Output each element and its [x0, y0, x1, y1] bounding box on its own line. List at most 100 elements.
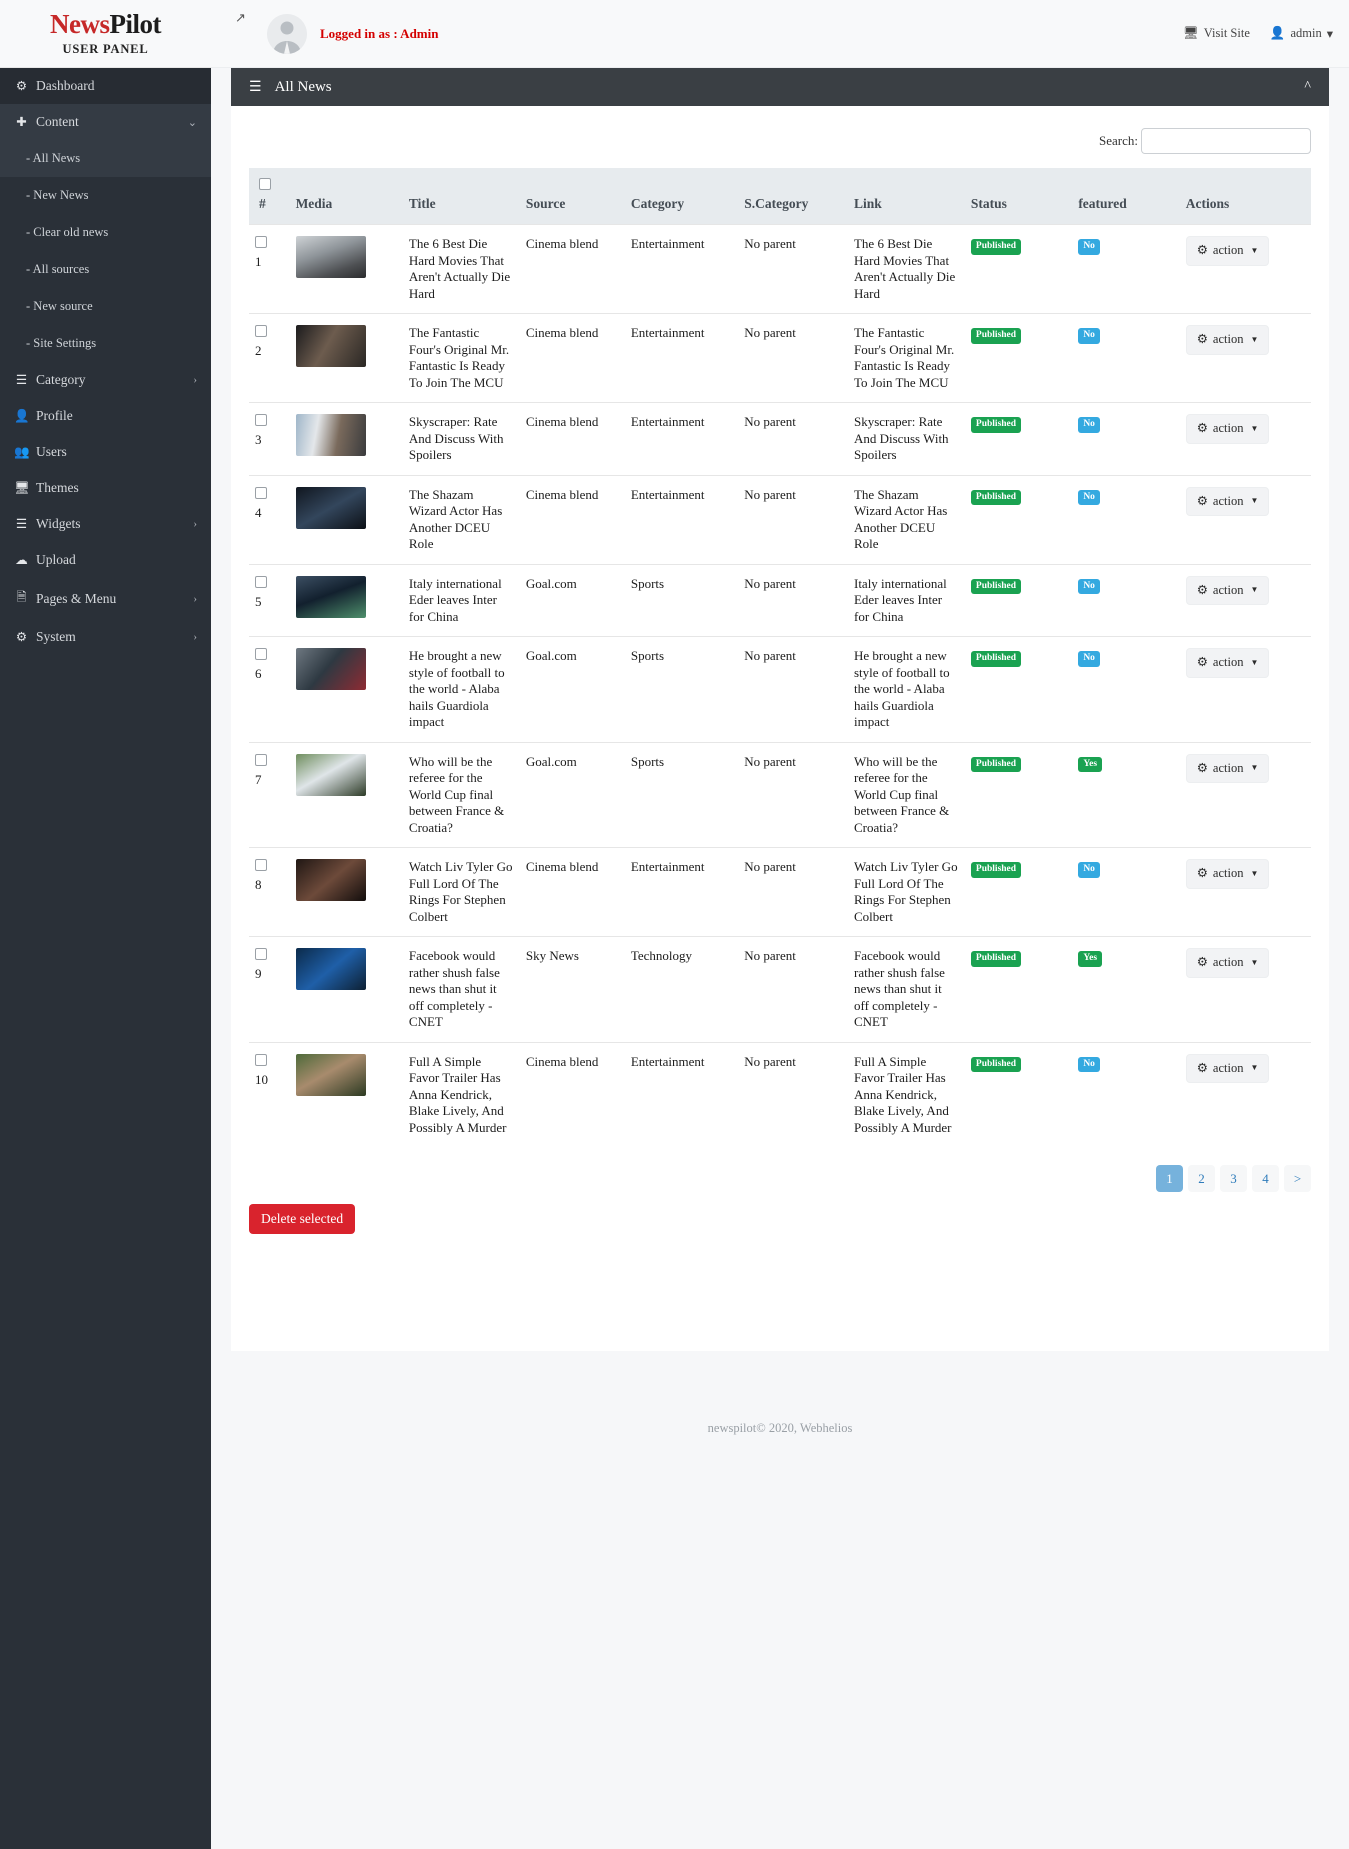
- row-category: Sports: [624, 563, 739, 637]
- row-featured-cell: No: [1072, 224, 1180, 314]
- brand-logo[interactable]: NewsPilot USER PANEL: [0, 0, 211, 68]
- action-dropdown-button[interactable]: ⚙ action ▼: [1185, 236, 1270, 266]
- row-link[interactable]: The 6 Best Die Hard Movies That Aren't A…: [847, 224, 965, 314]
- hamburger-icon[interactable]: ☰: [249, 79, 262, 96]
- row-link[interactable]: The Shazam Wizard Actor Has Another DCEU…: [847, 474, 965, 564]
- expand-arrows-icon[interactable]: ↗: [235, 10, 246, 26]
- row-checkbox[interactable]: [255, 948, 267, 960]
- sidebar-item-upload[interactable]: ☁ Upload: [0, 542, 211, 578]
- row-link[interactable]: He brought a new style of football to th…: [847, 636, 965, 742]
- article-thumbnail[interactable]: [295, 236, 366, 278]
- delete-selected-button[interactable]: Delete selected: [249, 1204, 356, 1234]
- action-dropdown-button[interactable]: ⚙ action ▼: [1185, 859, 1270, 889]
- article-thumbnail[interactable]: [295, 948, 366, 990]
- featured-badge[interactable]: No: [1078, 651, 1100, 667]
- row-checkbox[interactable]: [255, 325, 267, 337]
- admin-menu[interactable]: 👤 admin ▾: [1270, 26, 1333, 42]
- sidebar-item-widgets[interactable]: ☰ Widgets ›: [0, 506, 211, 542]
- table-row: 3 Skyscraper: Rate And Discuss With Spoil…: [249, 402, 1311, 475]
- sidebar-item-category[interactable]: ☰ Category ›: [0, 362, 211, 398]
- row-featured-cell: No: [1072, 313, 1180, 403]
- sidebar-item-pages-menu[interactable]: 🗎 Pages & Menu ›: [0, 578, 211, 619]
- row-checkbox[interactable]: [255, 575, 267, 588]
- sidebar-item-dashboard[interactable]: ⚙ Dashboard: [0, 68, 211, 104]
- users-icon: 👥: [14, 444, 30, 459]
- action-dropdown-button[interactable]: ⚙ action ▼: [1185, 575, 1270, 606]
- sidebar-item-themes[interactable]: 🖥 Themes: [0, 470, 211, 506]
- pagination-page-4[interactable]: 4: [1252, 1165, 1279, 1192]
- row-checkbox[interactable]: [255, 486, 267, 499]
- sidebar-item-system[interactable]: ⚙ System ›: [0, 619, 211, 655]
- row-media-cell: [289, 402, 403, 475]
- table-row: 1 The 6 Best Die Hard Movies That Aren't …: [249, 224, 1311, 314]
- featured-badge[interactable]: No: [1078, 578, 1100, 595]
- action-dropdown-button[interactable]: ⚙ action ▼: [1185, 753, 1270, 784]
- row-link[interactable]: Watch Liv Tyler Go Full Lord Of The Ring…: [847, 847, 965, 937]
- action-dropdown-button[interactable]: ⚙ action ▼: [1185, 948, 1270, 978]
- action-label: action: [1212, 760, 1244, 775]
- action-dropdown-button[interactable]: ⚙ action ▼: [1185, 1053, 1270, 1084]
- sidebar-subitem-label: - Site Settings: [26, 336, 97, 350]
- featured-badge[interactable]: No: [1078, 489, 1100, 506]
- sidebar-subitem-all-sources[interactable]: - All sources: [0, 251, 211, 288]
- featured-badge[interactable]: Yes: [1078, 756, 1103, 773]
- visit-site-link[interactable]: 🖥 Visit Site: [1183, 26, 1250, 41]
- sidebar-subitem-new-news[interactable]: - New News: [0, 177, 211, 214]
- action-dropdown-button[interactable]: ⚙ action ▼: [1185, 486, 1270, 517]
- pagination-page-2[interactable]: 2: [1188, 1165, 1215, 1192]
- pagination-next[interactable]: >: [1284, 1165, 1311, 1192]
- status-badge: Published: [970, 756, 1022, 773]
- featured-badge[interactable]: No: [1078, 417, 1100, 433]
- sidebar-subitem-all-news[interactable]: - All News: [0, 140, 211, 177]
- chevron-down-icon: ▼: [1250, 496, 1259, 506]
- row-link[interactable]: Italy international Eder leaves Inter fo…: [847, 563, 965, 637]
- sidebar-item-content[interactable]: ✚ Content ⌄: [0, 104, 211, 140]
- row-link[interactable]: The Fantastic Four's Original Mr. Fantas…: [847, 313, 965, 403]
- article-thumbnail[interactable]: [295, 575, 366, 618]
- row-checkbox[interactable]: [255, 648, 267, 660]
- sidebar-item-profile[interactable]: 👤 Profile: [0, 398, 211, 434]
- article-thumbnail[interactable]: [295, 859, 366, 901]
- row-link[interactable]: Skyscraper: Rate And Discuss With Spoile…: [847, 402, 965, 475]
- select-all-checkbox[interactable]: [259, 178, 271, 190]
- sidebar-subitem-site-settings[interactable]: - Site Settings: [0, 325, 211, 362]
- search-input[interactable]: [1141, 128, 1311, 154]
- featured-badge[interactable]: No: [1078, 328, 1100, 344]
- action-dropdown-button[interactable]: ⚙ action ▼: [1185, 325, 1270, 355]
- action-dropdown-button[interactable]: ⚙ action ▼: [1185, 648, 1270, 678]
- row-checkbox[interactable]: [255, 414, 267, 426]
- row-actions-cell: ⚙ action ▼: [1179, 1041, 1311, 1147]
- sidebar-subitem-new-source[interactable]: - New source: [0, 288, 211, 325]
- article-thumbnail[interactable]: [295, 414, 366, 456]
- featured-badge[interactable]: No: [1078, 1056, 1100, 1073]
- article-thumbnail[interactable]: [295, 1053, 366, 1096]
- row-link[interactable]: Who will be the referee for the World Cu…: [847, 741, 965, 848]
- row-title: The Shazam Wizard Actor Has Another DCEU…: [402, 474, 520, 564]
- featured-badge[interactable]: Yes: [1078, 951, 1103, 967]
- featured-badge[interactable]: No: [1078, 239, 1100, 255]
- column-header-actions: Actions: [1179, 168, 1311, 225]
- row-checkbox[interactable]: [255, 236, 267, 248]
- column-header-source: Source: [519, 168, 625, 225]
- row-checkbox[interactable]: [255, 753, 267, 766]
- row-link[interactable]: Facebook would rather shush false news t…: [847, 936, 965, 1042]
- article-thumbnail[interactable]: [295, 648, 366, 690]
- pagination-page-1[interactable]: 1: [1156, 1165, 1183, 1192]
- sidebar-item-label: Upload: [36, 552, 76, 567]
- gear-icon: ⚙: [1196, 332, 1208, 346]
- article-thumbnail[interactable]: [295, 325, 366, 367]
- row-checkbox[interactable]: [255, 859, 267, 871]
- sidebar-subitem-clear-old-news[interactable]: - Clear old news: [0, 214, 211, 251]
- article-thumbnail[interactable]: [295, 486, 366, 529]
- search-row: Search:: [249, 122, 1311, 168]
- row-checkbox[interactable]: [255, 1053, 267, 1066]
- action-dropdown-button[interactable]: ⚙ action ▼: [1185, 414, 1270, 444]
- row-link[interactable]: Full A Simple Favor Trailer Has Anna Ken…: [847, 1041, 965, 1147]
- chevron-up-icon[interactable]: ^: [1304, 79, 1311, 95]
- featured-badge[interactable]: No: [1078, 862, 1100, 878]
- pagination-page-3[interactable]: 3: [1220, 1165, 1247, 1192]
- row-actions-cell: ⚙ action ▼: [1179, 636, 1311, 742]
- article-thumbnail[interactable]: [295, 753, 366, 796]
- topbar: ↗ Logged in as : Admin 🖥 Visit Site 👤 ad…: [211, 0, 1349, 68]
- sidebar-item-users[interactable]: 👥 Users: [0, 434, 211, 470]
